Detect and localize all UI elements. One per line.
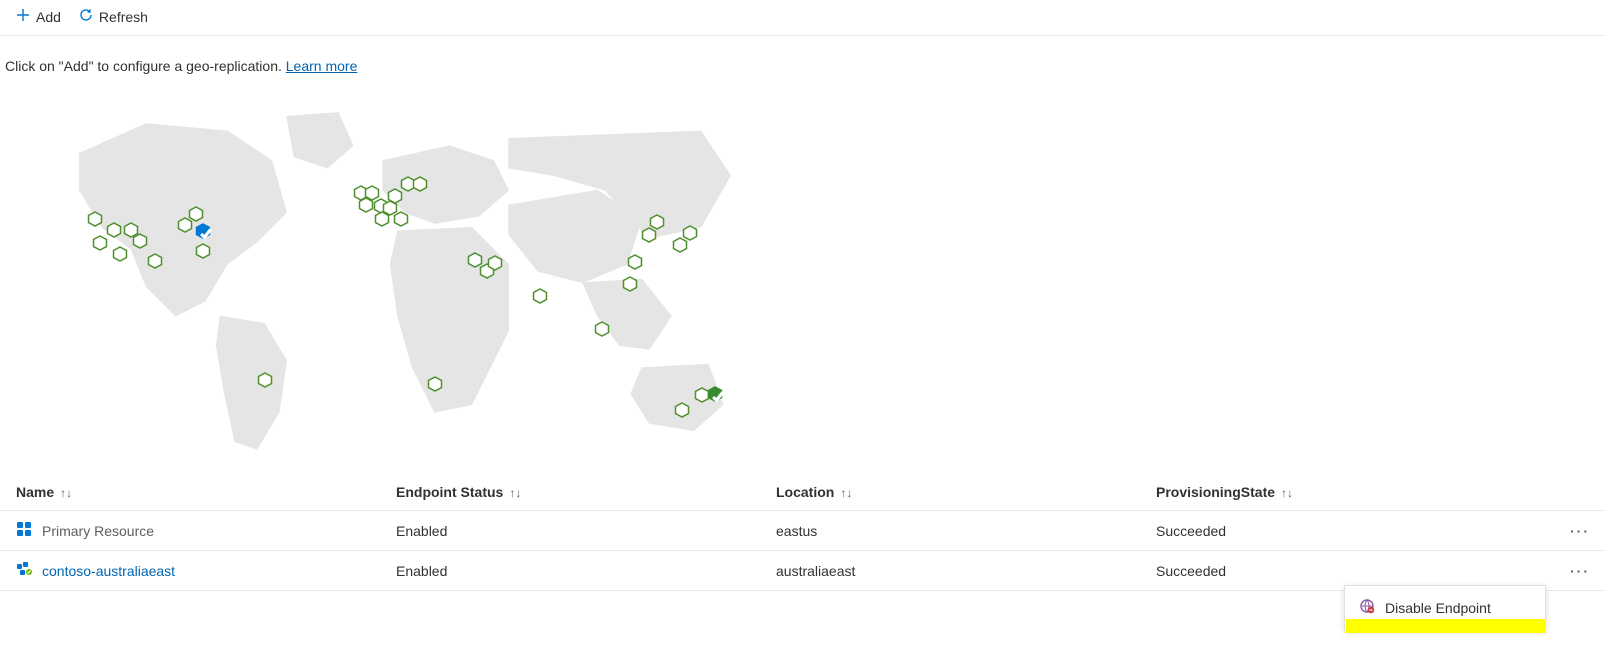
region-marker[interactable] [487, 255, 503, 271]
plus-icon [16, 8, 30, 25]
region-marker[interactable] [707, 386, 723, 402]
region-marker[interactable] [188, 206, 204, 222]
region-marker[interactable] [132, 233, 148, 249]
disable-endpoint-label: Disable Endpoint [1385, 600, 1491, 616]
region-marker[interactable] [682, 225, 698, 241]
table-header: Name↑↓ Endpoint Status↑↓ Location↑↓ Prov… [0, 474, 1606, 511]
region-marker[interactable] [106, 222, 122, 238]
world-map[interactable] [10, 94, 800, 464]
replications-table: Name↑↓ Endpoint Status↑↓ Location↑↓ Prov… [0, 474, 1606, 591]
learn-more-link[interactable]: Learn more [286, 58, 358, 74]
region-marker[interactable] [147, 253, 163, 269]
region-marker[interactable] [257, 372, 273, 388]
highlight-annotation [1346, 619, 1546, 633]
region-marker[interactable] [427, 376, 443, 392]
region-marker[interactable] [393, 211, 409, 227]
row-location: eastus [776, 523, 1156, 539]
row-name: Primary Resource [42, 523, 154, 539]
command-bar: Add Refresh [0, 0, 1606, 36]
sort-icon: ↑↓ [60, 486, 72, 500]
hint-text: Click on "Add" to configure a geo-replic… [0, 36, 1606, 84]
refresh-button-label: Refresh [99, 9, 148, 25]
row-provisioning-state: Succeeded [1156, 523, 1550, 539]
region-marker[interactable] [112, 246, 128, 262]
region-marker[interactable] [87, 211, 103, 227]
row-name[interactable]: contoso-australiaeast [42, 563, 175, 579]
hint-text-content: Click on "Add" to configure a geo-replic… [5, 58, 286, 74]
row-more-button[interactable]: ··· [1550, 563, 1590, 579]
row-location: australiaeast [776, 563, 1156, 579]
resource-icon [16, 521, 32, 540]
col-name[interactable]: Name↑↓ [16, 484, 396, 500]
resource-icon [16, 561, 32, 580]
sort-icon: ↑↓ [1281, 486, 1293, 500]
region-marker[interactable] [649, 214, 665, 230]
col-provisioning-state[interactable]: ProvisioningState↑↓ [1156, 484, 1550, 500]
region-marker[interactable] [412, 176, 428, 192]
col-location[interactable]: Location↑↓ [776, 484, 1156, 500]
add-button[interactable]: Add [16, 8, 61, 25]
row-provisioning-state: Succeeded [1156, 563, 1550, 579]
sort-icon: ↑↓ [840, 486, 852, 500]
refresh-icon [79, 8, 93, 25]
row-endpoint-status: Enabled [396, 563, 776, 579]
region-marker[interactable] [195, 243, 211, 259]
region-marker[interactable] [195, 223, 211, 239]
globe-disable-icon [1359, 598, 1375, 617]
sort-icon: ↑↓ [509, 486, 521, 500]
region-marker[interactable] [594, 321, 610, 337]
row-endpoint-status: Enabled [396, 523, 776, 539]
row-more-button[interactable]: ··· [1550, 523, 1590, 539]
table-row[interactable]: Primary Resource EnabledeastusSucceeded··… [0, 511, 1606, 551]
region-marker[interactable] [674, 402, 690, 418]
region-marker[interactable] [622, 276, 638, 292]
col-endpoint-status[interactable]: Endpoint Status↑↓ [396, 484, 776, 500]
add-button-label: Add [36, 9, 61, 25]
region-marker[interactable] [627, 254, 643, 270]
refresh-button[interactable]: Refresh [79, 8, 148, 25]
region-marker[interactable] [532, 288, 548, 304]
